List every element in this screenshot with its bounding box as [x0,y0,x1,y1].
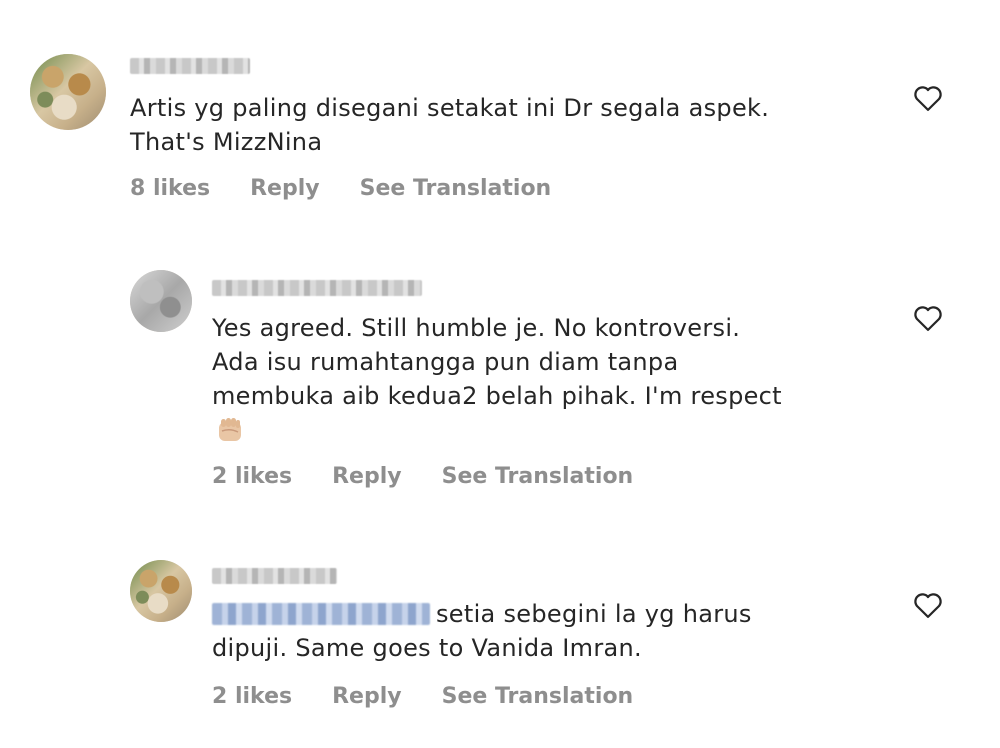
comment-text-line: That's MizzNina [130,128,323,156]
likes-count[interactable]: 2 likes [212,684,292,709]
see-translation-button[interactable]: See Translation [360,176,552,201]
comment-text-line: Yes agreed. Still humble je. No kontrove… [212,314,741,342]
comment-text-line: dipuji. Same goes to Vanida Imran. [212,634,642,662]
see-translation-button[interactable]: See Translation [442,464,634,489]
comment-text-segment: setia sebegini la yg harus [436,600,752,628]
comment-text-line: Artis yg paling disegani setakat ini Dr … [130,94,770,122]
comment-text-line: Ada isu rumahtangga pun diam tanpa [212,348,679,376]
avatar[interactable] [30,54,106,130]
comment-text-line: membuka aib kedua2 belah pihak. I'm resp… [212,382,782,410]
mention-redacted[interactable] [212,603,430,625]
see-translation-button[interactable]: See Translation [442,684,634,709]
comment-text-line: setia sebegini la yg harus [212,598,752,630]
likes-count[interactable]: 2 likes [212,464,292,489]
reply-button[interactable]: Reply [332,464,402,489]
fist-emoji-icon [219,418,241,441]
reply-button[interactable]: Reply [250,176,320,201]
avatar[interactable] [130,270,192,332]
likes-count[interactable]: 8 likes [130,176,210,201]
username-redacted[interactable] [130,58,250,74]
avatar[interactable] [130,560,192,622]
heart-outline-icon[interactable] [913,84,943,112]
heart-outline-icon[interactable] [913,304,943,332]
heart-outline-icon[interactable] [913,591,943,619]
username-redacted[interactable] [212,280,422,296]
username-redacted[interactable] [212,568,337,584]
reply-button[interactable]: Reply [332,684,402,709]
